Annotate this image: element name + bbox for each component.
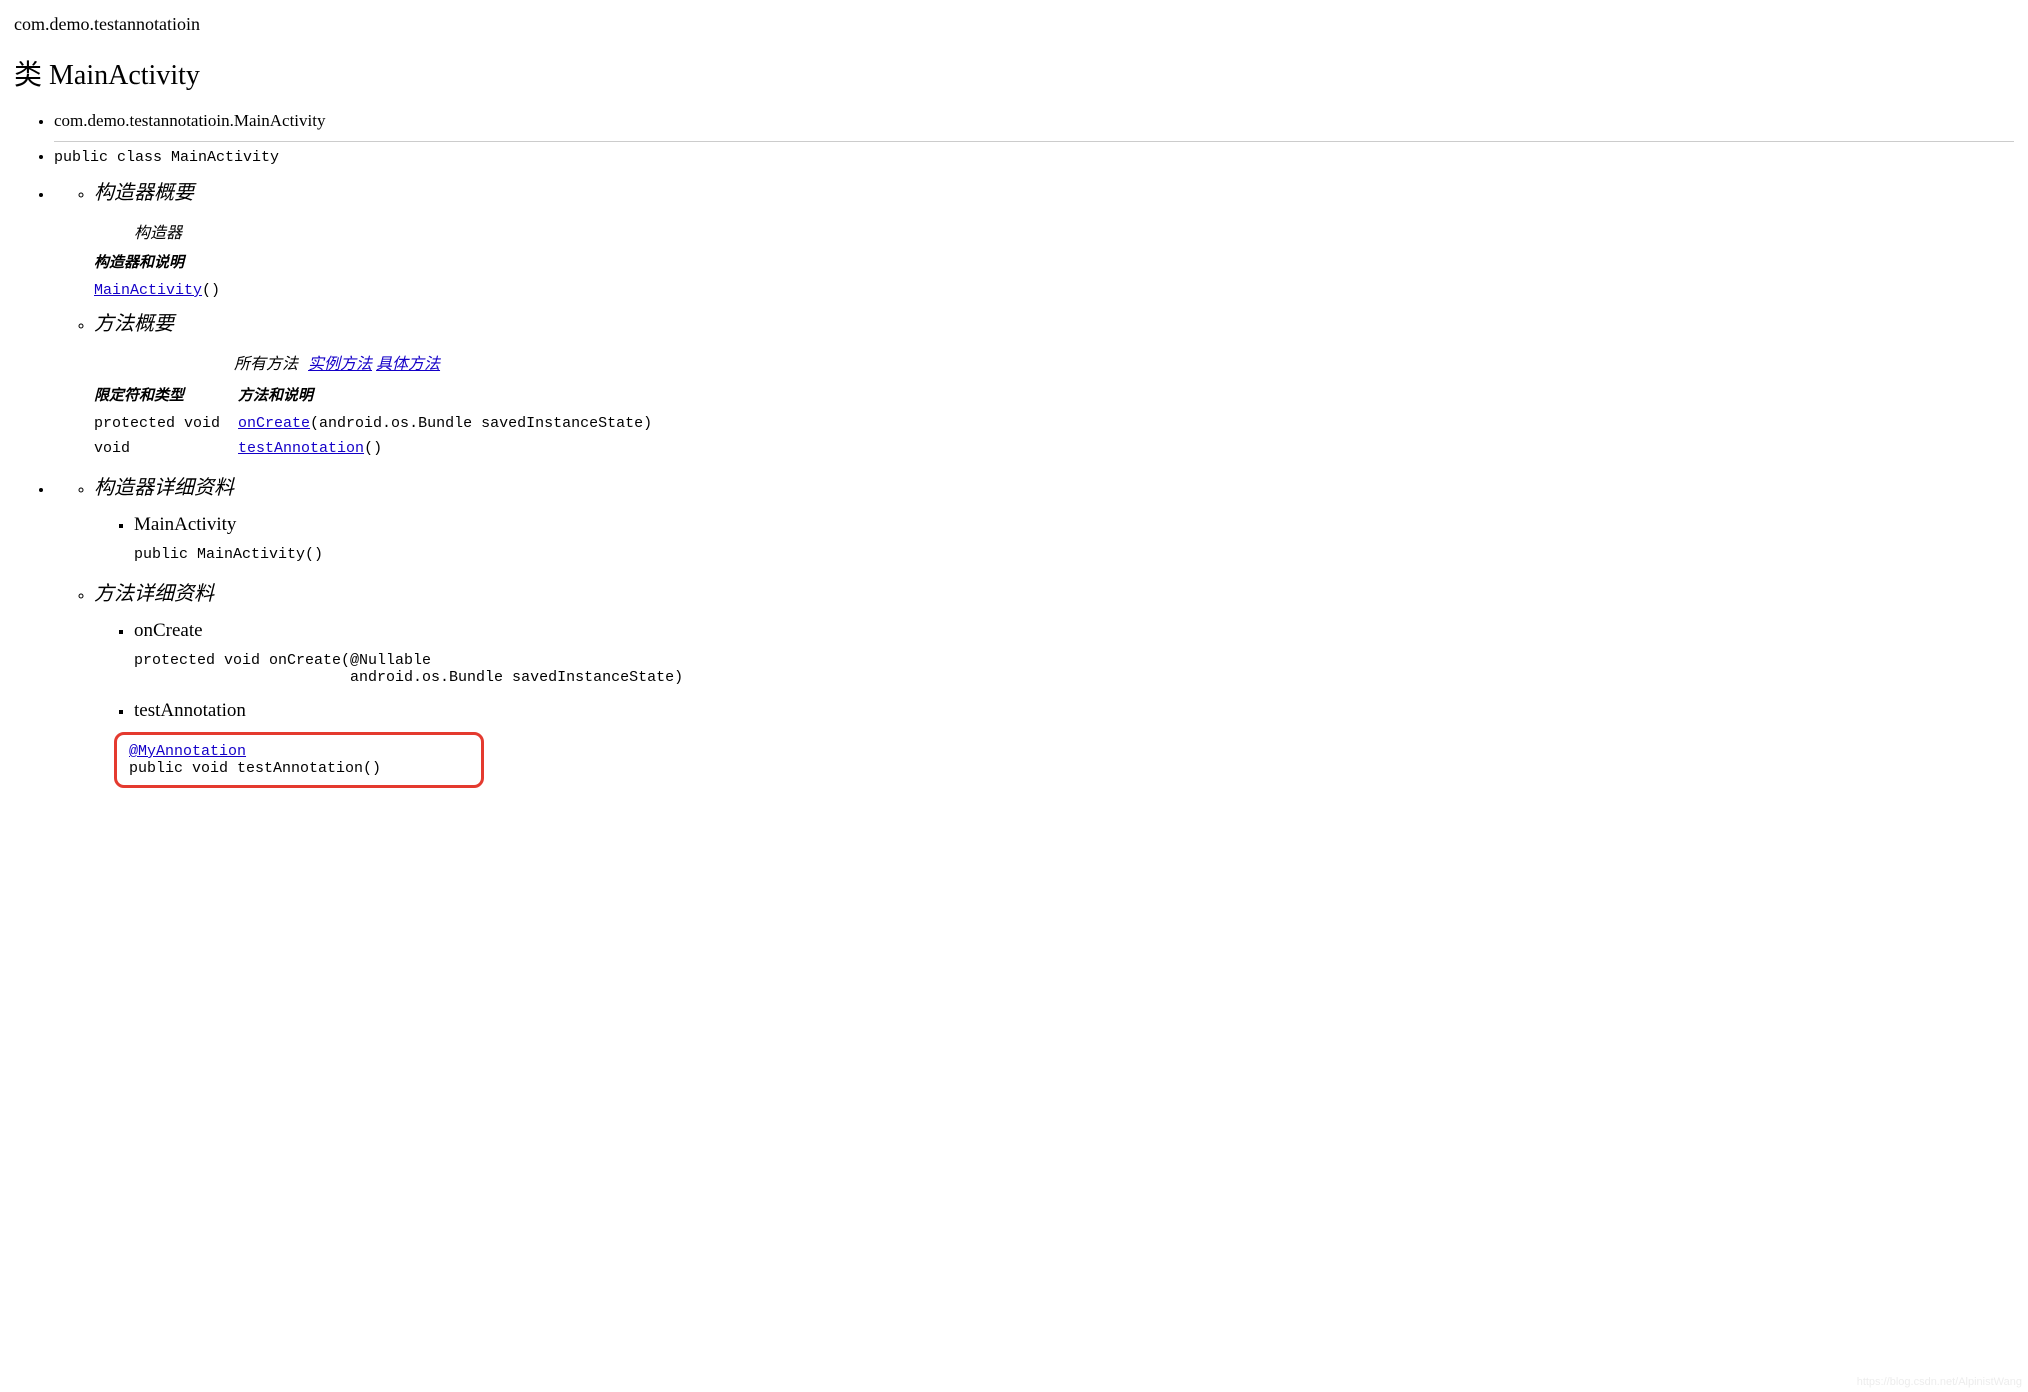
watermark: https://blog.csdn.net/AlpinistWang: [1857, 1376, 2022, 1388]
method-detail-sig-testannotation: public void testAnnotation(): [129, 760, 469, 777]
table-header: 构造器和说明: [94, 249, 238, 278]
inheritance-list: com.demo.testannotatioin.MainActivity pu…: [14, 111, 2014, 788]
table-row: protected void onCreate(android.os.Bundl…: [94, 411, 670, 436]
table-row: void testAnnotation(): [94, 436, 670, 461]
table-row: MainActivity(): [94, 278, 238, 303]
constructor-summary-table: 构造器 构造器和说明 MainActivity(): [94, 219, 238, 303]
highlight-box: @MyAnnotation public void testAnnotation…: [114, 732, 484, 788]
method-summary-heading: 方法概要: [94, 307, 2014, 336]
list-item: 方法详细资料 onCreate protected void onCreate(…: [94, 577, 2014, 788]
method-link-oncreate[interactable]: onCreate: [238, 415, 310, 432]
class-declaration: public class MainActivity: [54, 149, 2014, 166]
method-link-testannotation[interactable]: testAnnotation: [238, 440, 364, 457]
summary-sections: 构造器概要 构造器 构造器和说明 MainActivity() 方法概要 所有方…: [54, 176, 2014, 461]
table-header: 限定符和类型: [94, 382, 238, 411]
method-modifier: protected void: [94, 411, 238, 436]
list-item: public class MainActivity: [54, 141, 2014, 166]
constructor-summary-heading: 构造器概要: [94, 176, 2014, 205]
list-item: 构造器详细资料 MainActivity public MainActivity…: [94, 471, 2014, 563]
list-item: MainActivity public MainActivity(): [134, 514, 2014, 563]
method-summary-table: 限定符和类型 方法和说明 protected void onCreate(and…: [94, 382, 670, 461]
method-detail-name-oncreate: onCreate: [134, 620, 2014, 642]
constructor-detail-name: MainActivity: [134, 514, 2014, 536]
constructor-detail-sig: public MainActivity(): [134, 546, 2014, 563]
constructor-sig-suffix: (): [202, 282, 220, 299]
constructor-link[interactable]: MainActivity: [94, 282, 202, 299]
fqcn: com.demo.testannotatioin.MainActivity: [54, 111, 325, 130]
method-detail-sig-oncreate: protected void onCreate(@Nullable androi…: [134, 652, 2014, 686]
class-title: 类 MainActivity: [14, 53, 2014, 93]
package-header: com.demo.testannotatioin: [14, 14, 2014, 35]
constructor-detail-list: MainActivity public MainActivity(): [94, 514, 2014, 563]
tab-concrete-methods[interactable]: 具体方法: [376, 356, 440, 373]
method-tabs: 所有方法 实例方法 具体方法: [234, 350, 2014, 374]
method-detail-name-testannotation: testAnnotation: [134, 700, 2014, 722]
class-title-prefix: 类: [14, 60, 49, 91]
annotation-link-myannotation[interactable]: @MyAnnotation: [129, 743, 246, 760]
detail-sections: 构造器详细资料 MainActivity public MainActivity…: [54, 471, 2014, 788]
method-detail-heading: 方法详细资料: [94, 577, 2014, 606]
list-item: com.demo.testannotatioin.MainActivity: [54, 111, 2014, 131]
method-detail-list: onCreate protected void onCreate(@Nullab…: [94, 620, 2014, 788]
method-params: (): [364, 440, 382, 457]
list-item: onCreate protected void onCreate(@Nullab…: [134, 620, 2014, 686]
table-header: 方法和说明: [238, 382, 670, 411]
list-item: 方法概要 所有方法 实例方法 具体方法 限定符和类型 方法和说明 protect…: [94, 307, 2014, 461]
list-item: 构造器概要 构造器 构造器和说明 MainActivity(): [94, 176, 2014, 303]
list-item: 构造器概要 构造器 构造器和说明 MainActivity() 方法概要 所有方…: [54, 176, 2014, 461]
tab-all-methods: 所有方法: [234, 356, 298, 373]
method-modifier: void: [94, 436, 238, 461]
class-name: MainActivity: [49, 60, 200, 91]
divider: [54, 141, 2014, 142]
tab-instance-methods[interactable]: 实例方法: [308, 356, 372, 373]
method-params: (android.os.Bundle savedInstanceState): [310, 415, 652, 432]
list-item: testAnnotation @MyAnnotation public void…: [134, 700, 2014, 788]
list-item: 构造器详细资料 MainActivity public MainActivity…: [54, 471, 2014, 788]
constructor-caption: 构造器: [94, 219, 238, 249]
constructor-detail-heading: 构造器详细资料: [94, 471, 2014, 500]
